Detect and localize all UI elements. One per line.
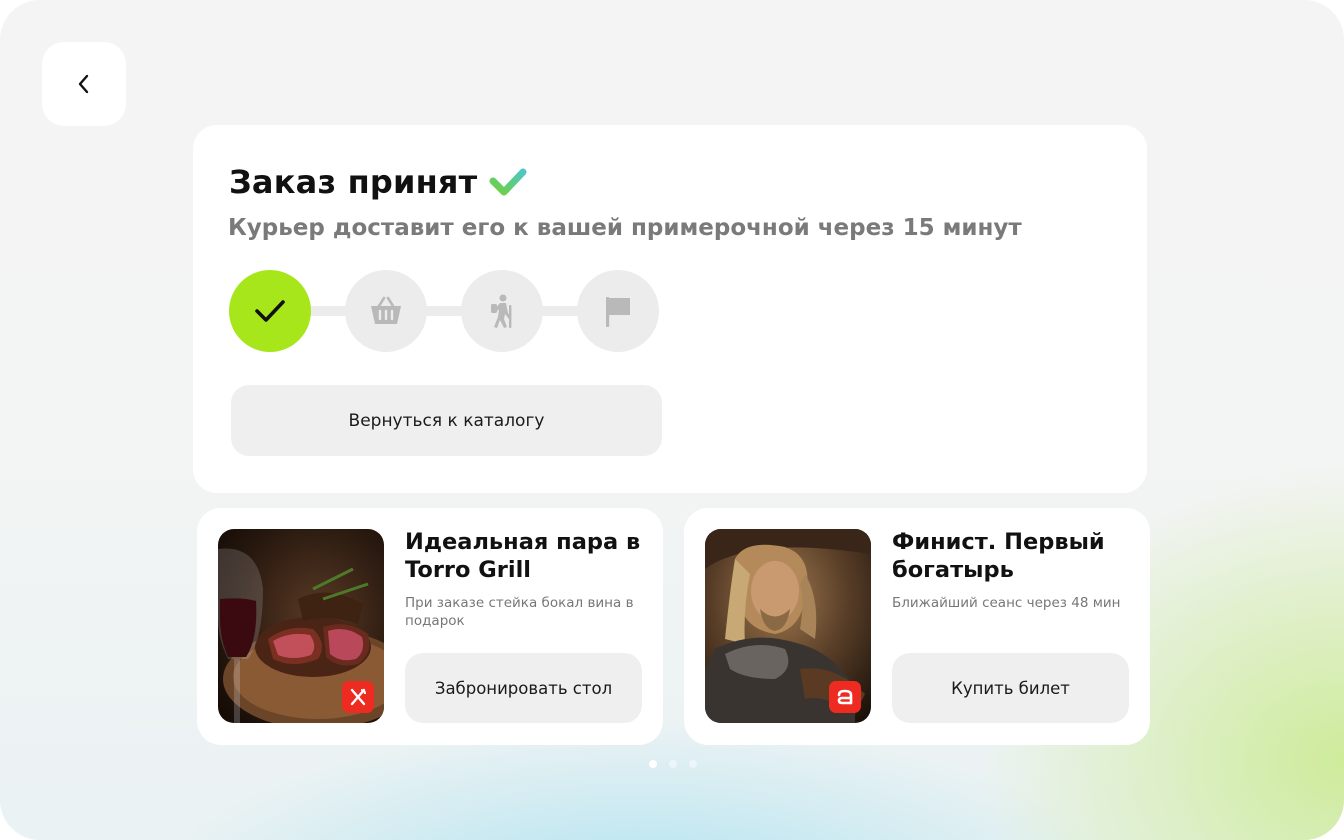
promo-card-cinema[interactable]: Финист. Первый богатырь Ближайший сеанс … [684, 508, 1150, 745]
progress-track [269, 306, 629, 316]
fork-knife-icon [350, 688, 366, 706]
step-accepted [229, 270, 311, 352]
chevron-left-icon [78, 74, 89, 94]
promo-description: Ближайший сеанс через 48 мин [892, 595, 1121, 611]
courier-walking-icon [491, 294, 512, 328]
order-title-row: Заказ принят [229, 163, 527, 201]
pagination-dot-3[interactable] [689, 760, 697, 768]
pagination-dot-1[interactable] [649, 760, 657, 768]
promo-title: Финист. Первый богатырь [892, 529, 1105, 583]
buy-ticket-button[interactable]: Купить билет [892, 653, 1129, 723]
progress-steps [229, 270, 659, 352]
movie-poster-image [705, 529, 871, 723]
screen: Заказ принят Курьер доставит его к вашей… [0, 0, 1344, 840]
step-courier [461, 270, 543, 352]
check-icon [255, 300, 285, 322]
back-button[interactable] [42, 42, 126, 126]
cinema-logo-icon [837, 689, 853, 705]
step-delivered [577, 270, 659, 352]
flag-icon [606, 297, 630, 327]
basket-icon [371, 296, 401, 324]
checkmark-icon [489, 168, 527, 196]
pagination-dot-2[interactable] [669, 760, 677, 768]
step-packing [345, 270, 427, 352]
back-to-catalog-button[interactable]: Вернуться к каталогу [231, 385, 662, 456]
restaurant-badge [342, 681, 374, 713]
order-title: Заказ принят [229, 163, 478, 201]
steak-image [218, 529, 384, 723]
promo-card-restaurant[interactable]: Идеальная пара в Torro Grill При заказе … [197, 508, 663, 745]
pagination-dots [649, 760, 697, 768]
order-subtitle: Курьер доставит его к вашей примерочной … [228, 215, 1022, 241]
order-status-card: Заказ принят Курьер доставит его к вашей… [193, 125, 1147, 493]
cinema-badge [829, 681, 861, 713]
book-table-button[interactable]: Забронировать стол [405, 653, 642, 723]
promo-description: При заказе стейка бокал вина в подарок [405, 595, 634, 629]
promo-title: Идеальная пара в Torro Grill [405, 529, 641, 583]
